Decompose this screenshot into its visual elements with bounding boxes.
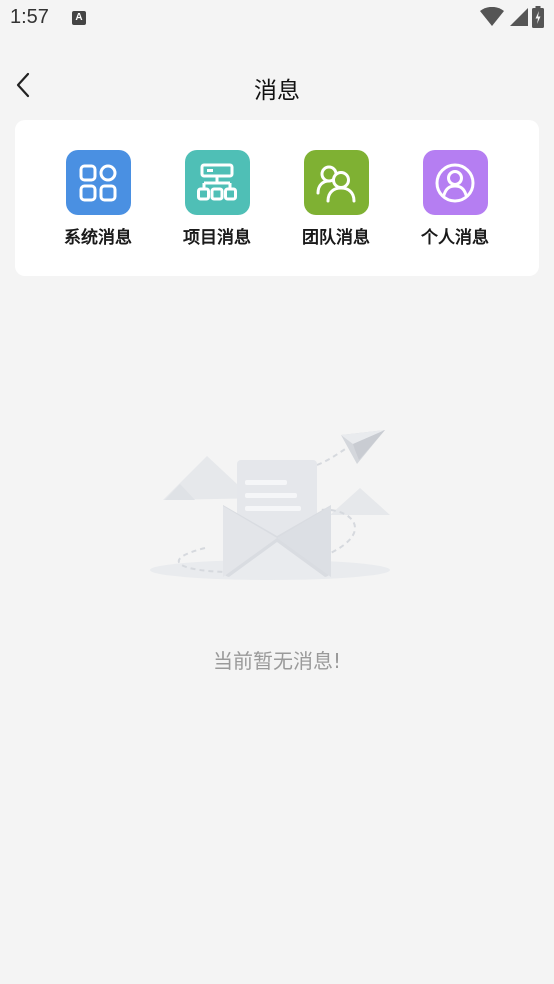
category-label: 项目消息	[183, 228, 251, 248]
user-circle-icon	[422, 150, 488, 215]
hierarchy-icon	[184, 150, 250, 215]
cell-signal-icon	[510, 8, 528, 26]
category-label: 系统消息	[64, 228, 132, 248]
status-time: 1:57	[10, 6, 49, 28]
category-label: 团队消息	[302, 228, 370, 248]
status-bar: 1:57 A	[0, 0, 554, 40]
category-system-messages[interactable]: 系统消息	[48, 150, 148, 248]
message-category-card: 系统消息 项目消息 团队消息 个人消息	[15, 120, 539, 276]
battery-icon	[532, 6, 544, 28]
empty-state-illustration	[145, 420, 410, 590]
category-team-messages[interactable]: 团队消息	[286, 150, 386, 248]
category-project-messages[interactable]: 项目消息	[167, 150, 267, 248]
header: 消息	[0, 56, 554, 116]
status-indicators	[480, 6, 544, 28]
category-label: 个人消息	[421, 228, 489, 248]
category-personal-messages[interactable]: 个人消息	[405, 150, 505, 248]
empty-state-message: 当前暂无消息!	[212, 649, 342, 673]
grid-apps-icon	[65, 150, 131, 215]
envelope-paper-plane-icon	[150, 430, 390, 580]
page-title: 消息	[254, 78, 300, 104]
team-icon	[303, 150, 369, 215]
wifi-icon	[480, 7, 504, 26]
notification-app-icon: A	[72, 11, 86, 25]
